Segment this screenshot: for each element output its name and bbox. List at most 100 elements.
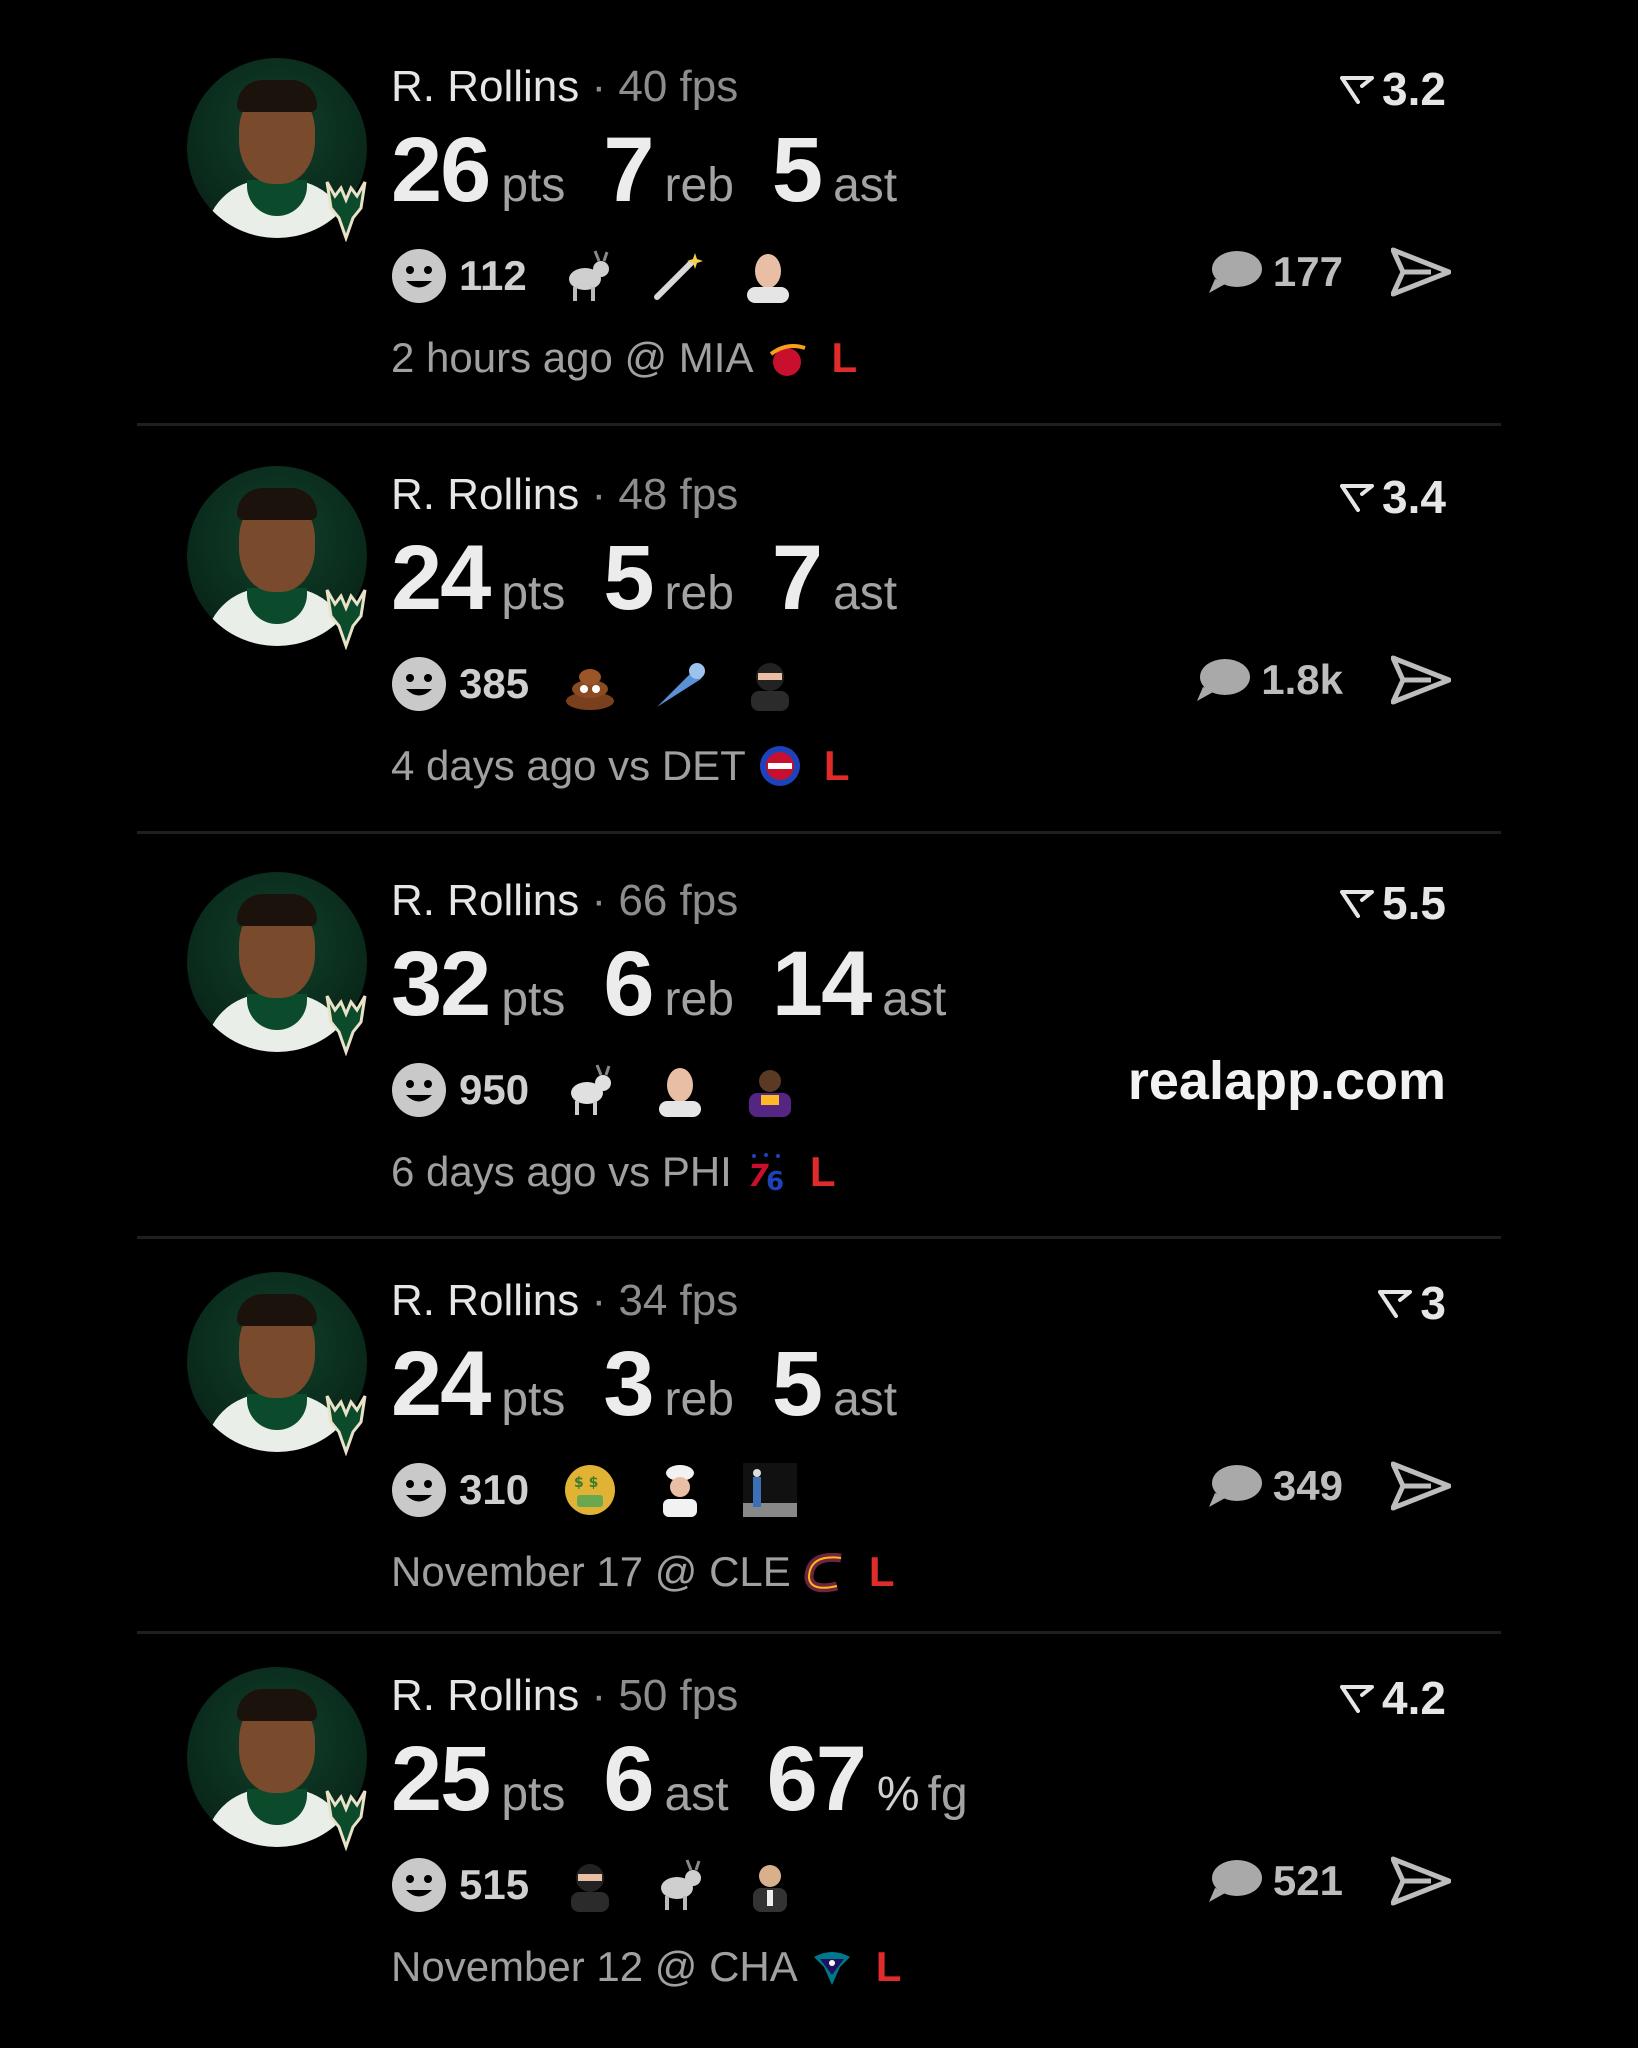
rating-icon: [1340, 484, 1375, 512]
post-title: R. Rollins · 40 fps: [391, 62, 738, 112]
comment-icon[interactable]: [1207, 249, 1263, 295]
stat-unit: ast: [833, 567, 898, 620]
post-card[interactable]: R. Rollins · 50 fps 4.2 25 pts 6 ast 67% fg…: [137, 1609, 1501, 2017]
goat-icon[interactable]: [561, 249, 615, 303]
comment-icon[interactable]: [1195, 657, 1251, 703]
rating[interactable]: 3.4: [1340, 470, 1446, 524]
stat-unit: reb: [664, 1373, 734, 1426]
game-info[interactable]: November 12 @ CHA L: [391, 1943, 901, 1991]
smiley-reaction-icon[interactable]: [391, 248, 447, 304]
comment-count: 177: [1272, 248, 1343, 295]
post-card[interactable]: R. Rollins · 34 fps 3 24 pts 3 reb 5 ast 31…: [137, 1214, 1501, 1622]
smiley-reaction-icon[interactable]: [391, 1857, 447, 1913]
share-icon[interactable]: [1391, 654, 1451, 706]
stat-value: 24: [391, 527, 491, 629]
ninja-icon[interactable]: [743, 657, 797, 711]
game-time: 4 days ago vs DET: [391, 742, 746, 789]
cavaliers-logo: [804, 1552, 842, 1593]
ninja-icon[interactable]: [563, 1858, 617, 1912]
player-name[interactable]: R. Rollins: [391, 876, 579, 925]
reaction-count: 950: [459, 1066, 530, 1113]
fps-score: 48 fps: [618, 470, 739, 519]
post-card[interactable]: R. Rollins · 48 fps 3.4 24 pts 5 reb 7 ast …: [137, 408, 1501, 816]
stat-line: 25 pts 6 ast 67% fg: [391, 1727, 1006, 1832]
smiley-reaction-icon[interactable]: [391, 1062, 447, 1118]
title-separator: ·: [579, 470, 619, 519]
rating[interactable]: 5.5: [1340, 876, 1446, 930]
rating[interactable]: 4.2: [1340, 1671, 1446, 1725]
stat-line: 24 pts 3 reb 5 ast: [391, 1332, 935, 1437]
game-info[interactable]: 6 days ago vs PHI 76 L: [391, 1148, 836, 1196]
game-info[interactable]: 4 days ago vs DET L: [391, 742, 849, 790]
game-info[interactable]: November 17 @ CLE L: [391, 1548, 894, 1596]
comment-icon[interactable]: [1207, 1858, 1263, 1904]
stat-value: 26: [391, 119, 491, 221]
share-icon[interactable]: [1391, 246, 1451, 298]
stat-unit: reb: [664, 567, 734, 620]
player-name[interactable]: R. Rollins: [391, 1671, 579, 1720]
game-feed: R. Rollins · 40 fps 3.2 26 pts 7 reb 5 ast …: [0, 0, 1638, 2048]
rating-icon: [1340, 76, 1375, 104]
dunk-photo-icon[interactable]: [743, 1463, 798, 1517]
stat-unit: pts: [501, 973, 566, 1026]
player-photo-icon[interactable]: [743, 1063, 797, 1117]
goat-icon[interactable]: [563, 1063, 617, 1117]
bucks-badge-icon: [325, 589, 367, 650]
poop-icon[interactable]: [563, 657, 617, 711]
player-name[interactable]: R. Rollins: [391, 1276, 579, 1325]
stat-value: 25: [391, 1728, 491, 1830]
stat-value: 5: [771, 119, 823, 221]
stat-unit: ast: [664, 1768, 729, 1821]
smiley-reaction-icon[interactable]: [391, 1462, 447, 1518]
game-result: L: [831, 334, 858, 381]
post-actions: 1.8k: [1195, 654, 1451, 706]
rating[interactable]: 3.2: [1340, 62, 1446, 116]
smiley-reaction-icon[interactable]: [391, 656, 447, 712]
rating-value: 4.2: [1382, 1672, 1446, 1724]
reactions: 950: [391, 1062, 833, 1118]
comment-count: 1.8k: [1261, 656, 1343, 703]
stat-unit: reb: [664, 973, 734, 1026]
person-photo-icon[interactable]: [743, 1858, 797, 1912]
rating-value: 5.5: [1382, 877, 1446, 929]
money-mouth-icon[interactable]: $ $: [563, 1463, 617, 1517]
player-name[interactable]: R. Rollins: [391, 62, 579, 111]
goat-icon[interactable]: [653, 1858, 707, 1912]
post-actions: 177: [1207, 246, 1451, 298]
bucks-badge-icon: [325, 995, 367, 1056]
comment-icon[interactable]: [1207, 1463, 1263, 1509]
stat-value: 3: [603, 1333, 654, 1435]
post-actions: 349: [1207, 1460, 1451, 1512]
stat-value: 24: [391, 1333, 491, 1435]
stat-unit: pts: [501, 159, 566, 212]
game-result: L: [823, 742, 850, 789]
player-name[interactable]: R. Rollins: [391, 470, 579, 519]
share-icon[interactable]: [1391, 1855, 1451, 1907]
stat-value: 5: [603, 527, 654, 629]
masked-face-icon[interactable]: [741, 249, 795, 303]
share-icon[interactable]: [1391, 1460, 1451, 1512]
comet-icon[interactable]: [653, 657, 707, 711]
stat-unit: pts: [501, 1768, 566, 1821]
hornets-logo: [813, 1952, 850, 1985]
game-info[interactable]: 2 hours ago @ MIA L: [391, 334, 857, 382]
chef-icon[interactable]: [653, 1463, 707, 1517]
fps-score: 34 fps: [618, 1276, 739, 1325]
bucks-badge-icon: [325, 181, 367, 242]
reaction-count: 112: [459, 252, 527, 299]
reactions: 112: [391, 248, 831, 304]
masked-face-icon[interactable]: [653, 1063, 707, 1117]
reaction-count: 515: [459, 1861, 530, 1908]
post-title: R. Rollins · 48 fps: [391, 470, 738, 520]
reaction-count: 385: [459, 660, 530, 707]
rating-value: 3.2: [1382, 63, 1446, 115]
bucks-badge-icon: [325, 1790, 367, 1851]
rating[interactable]: 3: [1378, 1276, 1446, 1330]
post-card[interactable]: R. Rollins · 66 fps 5.5 32 pts 6 reb 14 ast…: [137, 814, 1501, 1222]
magic-wand-icon[interactable]: [651, 249, 705, 303]
rating-icon: [1340, 1685, 1375, 1713]
fps-score: 50 fps: [618, 1671, 739, 1720]
game-time: 6 days ago vs PHI: [391, 1148, 732, 1195]
stat-unit: ast: [882, 973, 947, 1026]
post-card[interactable]: R. Rollins · 40 fps 3.2 26 pts 7 reb 5 ast …: [137, 0, 1501, 408]
